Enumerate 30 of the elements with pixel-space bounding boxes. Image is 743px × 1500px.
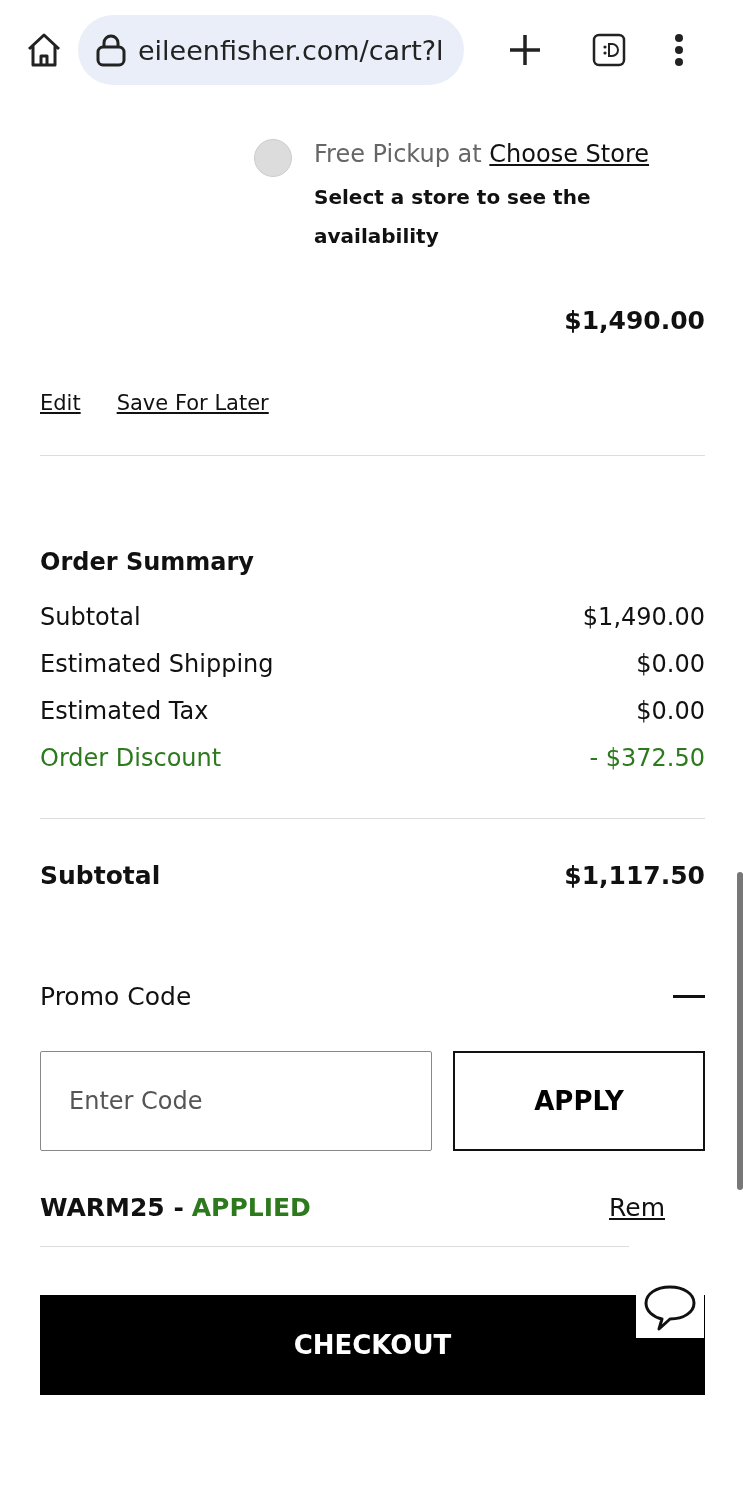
total-value: $1,117.50 xyxy=(564,861,705,890)
total-label: Subtotal xyxy=(40,861,161,890)
item-action-link[interactable]: Save For Later xyxy=(116,391,269,415)
radio-button[interactable] xyxy=(254,139,292,177)
applied-code: WARM25 - APPLIED xyxy=(40,1193,311,1222)
summary-value: $1,490.00 xyxy=(582,602,705,633)
new-tab-icon[interactable] xyxy=(508,33,542,67)
remove-link[interactable]: Rem xyxy=(609,1193,665,1222)
tab-switcher-icon[interactable] xyxy=(592,33,626,67)
summary-value: $0.00 xyxy=(636,649,705,680)
item-action-link[interactable]: Edit xyxy=(40,391,81,415)
choose-store-link[interactable]: Choose Store xyxy=(489,140,650,168)
summary-title: Order Summary xyxy=(40,548,255,576)
summary-value: $0.00 xyxy=(636,696,705,727)
item-price: $1,490.00 xyxy=(563,306,705,335)
summary-label: Order Discount xyxy=(40,743,222,774)
summary-value: - $372.50 xyxy=(589,743,705,774)
checkout-button[interactable]: CHECKOUT xyxy=(40,1295,705,1395)
apply-button[interactable]: APPLY xyxy=(453,1051,705,1151)
summary-label: Estimated Tax xyxy=(40,696,209,727)
lock-icon xyxy=(96,33,126,67)
url-text: eileenfisher.com/cart?l xyxy=(138,34,444,66)
summary-label: Estimated Shipping xyxy=(40,649,274,680)
promo-title: Promo Code xyxy=(40,982,192,1011)
promo-code-field[interactable]: Enter Code xyxy=(40,1051,432,1151)
menu-icon[interactable] xyxy=(674,33,684,67)
address-bar[interactable]: eileenfisher.com/cart?l xyxy=(78,15,464,85)
pickup-label: Free Pickup at xyxy=(314,140,482,168)
summary-label: Subtotal xyxy=(40,602,141,633)
availability-note: Select a store to see the availability xyxy=(314,184,592,250)
